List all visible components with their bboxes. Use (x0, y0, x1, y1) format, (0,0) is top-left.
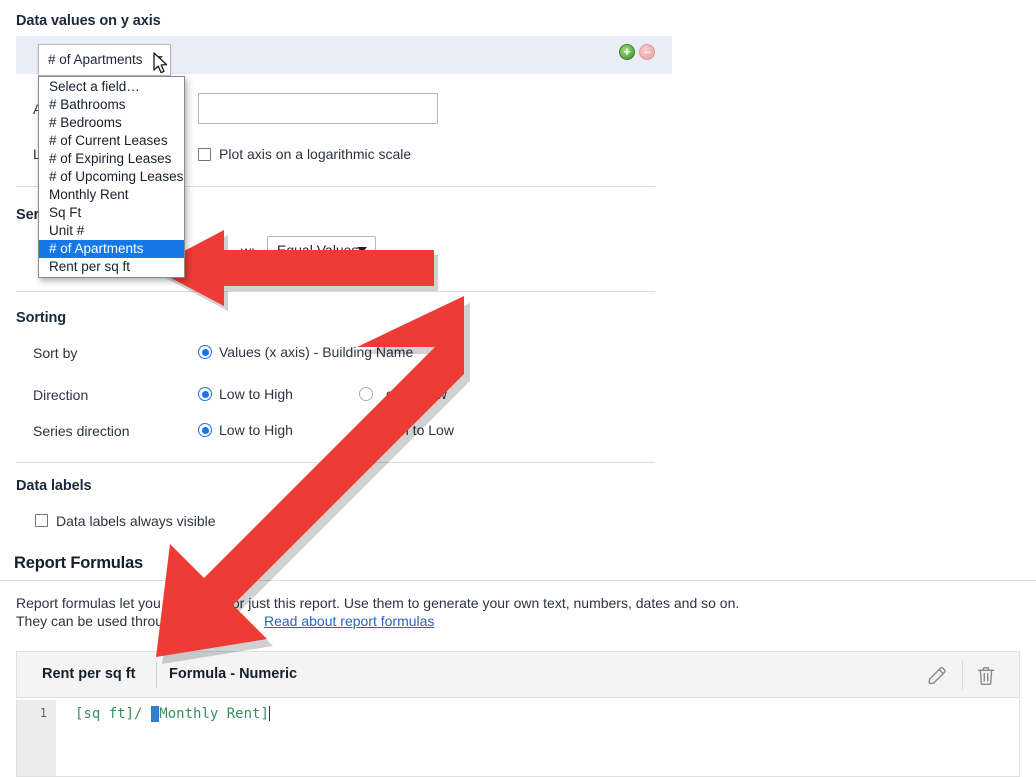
option-item-selected[interactable]: # of Apartments (39, 240, 184, 258)
sorting-heading: Sorting (16, 310, 67, 326)
option-item[interactable]: # of Upcoming Leases (39, 168, 184, 186)
direction-label: Direction (33, 387, 89, 403)
series-direction-option-a-label: Low to High (219, 422, 293, 438)
formula-type: Formula - Numeric (169, 666, 298, 682)
divider-report-formulas (0, 580, 1036, 581)
log-scale-checkbox[interactable] (198, 148, 211, 161)
report-formulas-description-line2-a: They can be used throu (16, 613, 164, 629)
formula-card-separator (156, 662, 157, 688)
formula-code-editor[interactable]: 1 [sq ft]/ [Monthly Rent] (16, 700, 1020, 777)
y-axis-field-select-value: # of Apartments (48, 52, 143, 67)
data-labels-always-visible-label: Data labels always visible (56, 513, 216, 529)
editor-line-number: 1 (39, 706, 47, 720)
data-labels-heading: Data labels (16, 478, 92, 494)
report-formulas-description-line2-b: eport. (214, 613, 250, 629)
option-item[interactable]: # of Expiring Leases (39, 150, 184, 168)
series-direction-radio-low-to-high[interactable] (198, 423, 212, 437)
sort-by-label: Sort by (33, 345, 78, 361)
data-labels-always-visible-checkbox[interactable] (35, 514, 48, 527)
editor-code-line[interactable]: [sq ft]/ [Monthly Rent] (75, 705, 270, 723)
option-item[interactable]: Monthly Rent (39, 186, 184, 204)
option-item[interactable]: # of Current Leases (39, 132, 184, 150)
series-group-by-label: w: (241, 243, 255, 259)
direction-option-b-label: gh to Low (386, 386, 447, 402)
direction-option-a-label: Low to High (219, 386, 293, 402)
series-group-by-select[interactable]: Equal Values (267, 236, 376, 264)
data-values-y-axis-heading: Data values on y axis (16, 13, 161, 29)
plus-icon: + (623, 44, 631, 59)
report-formulas-description-line1-b: for just this report. Use them to genera… (228, 595, 740, 611)
series-group-by-value: Equal Values (277, 242, 359, 258)
option-item[interactable]: # Bathrooms (39, 96, 184, 114)
option-item[interactable]: # Bedrooms (39, 114, 184, 132)
formula-card[interactable]: Rent per sq ft Formula - Numeric (16, 651, 1020, 698)
divider-after-series (16, 291, 655, 292)
series-direction-label: Series direction (33, 423, 130, 439)
option-item[interactable]: Select a field… (39, 78, 184, 96)
formula-name: Rent per sq ft (42, 666, 136, 682)
axis-label-input[interactable] (198, 93, 438, 124)
pencil-icon (928, 667, 946, 685)
sort-by-option-a-label: Values (x axis) - Building Name (219, 344, 414, 360)
direction-radio-high-to-low[interactable] (359, 387, 373, 401)
log-scale-label: Plot axis on a logarithmic scale (219, 146, 412, 162)
edit-formula-button[interactable] (925, 664, 949, 688)
option-item[interactable]: Rent per sq ft (39, 258, 184, 276)
chevron-down-icon (357, 247, 367, 253)
read-about-report-formulas-link[interactable]: Read about report formulas (264, 612, 434, 630)
minus-icon: – (643, 44, 651, 59)
divider-after-sorting (16, 462, 655, 463)
code-token-field-monthly-rent: Monthly Rent] (159, 706, 269, 722)
formula-actions-separator (962, 660, 963, 690)
trash-icon (977, 667, 995, 685)
direction-radio-low-to-high[interactable] (198, 387, 212, 401)
y-axis-field-option-list[interactable]: Select a field… # Bathrooms # Bedrooms #… (38, 76, 185, 278)
series-direction-radio-high-to-low[interactable] (359, 423, 373, 437)
option-item[interactable]: Unit # (39, 222, 184, 240)
report-formulas-description-line1-a: Report formulas let you (16, 595, 161, 611)
option-item[interactable]: Sq Ft (39, 204, 184, 222)
y-axis-field-select[interactable]: # of Apartments (38, 44, 171, 76)
code-token-field-sqft: [sq ft]/ (75, 706, 151, 722)
remove-y-axis-field-button[interactable]: – (639, 44, 655, 60)
report-chart-settings-page: Data values on y axis + – # of Apartment… (0, 0, 1036, 777)
text-caret (268, 706, 270, 721)
delete-formula-button[interactable] (974, 664, 998, 688)
chevron-down-icon (153, 56, 163, 62)
add-y-axis-field-button[interactable]: + (619, 44, 635, 60)
series-direction-option-b-label: High to Low (380, 422, 454, 438)
sort-by-radio-values[interactable] (198, 345, 212, 359)
report-formulas-heading: Report Formulas (14, 554, 144, 572)
